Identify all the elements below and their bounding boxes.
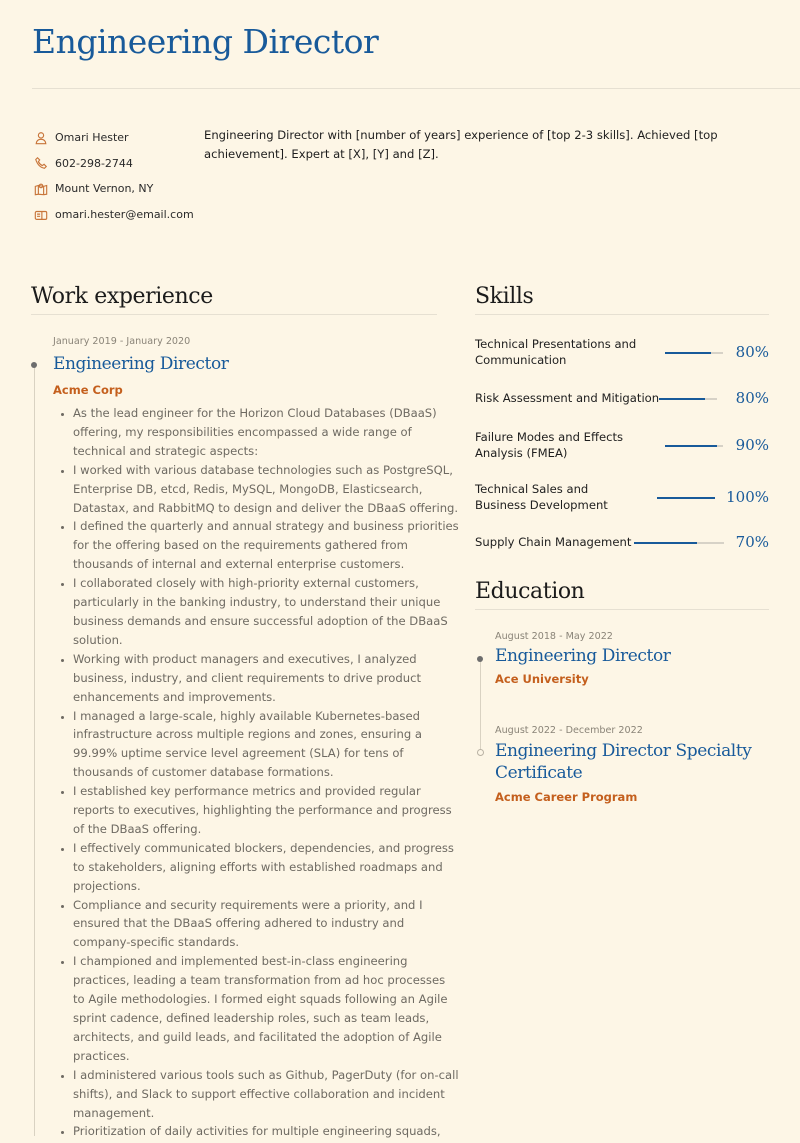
job-bullet-list: As the lead engineer for the Horizon Clo… [53,404,459,1141]
job-bullet: I collaborated closely with high-priorit… [73,574,459,650]
contact-email: omari.hester@email.com [33,202,194,228]
job-company: Acme Corp [53,383,123,397]
skill-percent: 90% [735,436,769,454]
skill-level-bar [665,352,723,354]
skill-percent: 70% [735,533,769,551]
education-school: Acme Career Program [495,790,638,804]
skill-level-fill [657,497,715,499]
skill-level-fill [665,352,712,354]
job-bullet: Working with product managers and execut… [73,650,459,707]
contact-location: Mount Vernon, NY [33,176,194,202]
skill-level-fill [665,445,718,447]
job-bullet: Compliance and security requirements wer… [73,896,459,953]
education-item: August 2018 - May 2022 Engineering Direc… [495,631,769,686]
page-title: Engineering Director [32,22,379,61]
education-school: Ace University [495,672,589,686]
skill-level-bar [634,542,724,544]
work-experience-divider [31,314,437,315]
map-icon [33,181,49,197]
education-timeline-line [480,661,481,753]
job-bullet: I managed a large-scale, highly availabl… [73,707,459,783]
contact-name: Omari Hester [33,125,194,151]
skill-item: Technical Presentations and Communicatio… [475,336,769,368]
job-bullet: I administered various tools such as Git… [73,1066,459,1123]
contact-email-text[interactable]: omari.hester@email.com [55,208,194,221]
education-date: August 2022 - December 2022 [495,725,643,736]
education-item: August 2022 - December 2022 Engineering … [495,725,769,804]
skill-item: Risk Assessment and Mitigation 80% [475,389,769,407]
skill-percent: 80% [735,389,769,407]
job-bullet: I effectively communicated blockers, dep… [73,839,459,896]
work-timeline-line [34,366,35,1136]
skill-percent: 80% [735,343,769,361]
skills-section: Skills Technical Presentations and Commu… [475,284,769,551]
skill-item: Failure Modes and Effects Analysis (FMEA… [475,429,769,461]
education-degree: Engineering Director [495,646,671,666]
skill-level-bar [659,398,717,400]
profile-summary: Engineering Director with [number of yea… [204,128,718,161]
contact-phone: 602-298-2744 [33,151,194,177]
skill-name: Failure Modes and Effects Analysis (FMEA… [475,430,624,460]
skills-divider [475,314,769,315]
contact-location-text: Mount Vernon, NY [55,182,154,196]
job-bullet: Prioritization of daily activities for m… [73,1122,459,1141]
work-experience-section: Work experience January 2019 - January 2… [31,284,459,1138]
education-degree: Engineering Director Specialty Certifica… [495,741,752,783]
job-title: Engineering Director [53,354,229,374]
skill-item: Technical Sales and Business Development… [475,481,769,513]
person-icon [33,130,49,146]
phone-icon [33,155,49,171]
work-experience-heading: Work experience [31,284,213,309]
education-timeline-dot [477,656,483,662]
job-bullet: I worked with various database technolog… [73,461,459,518]
education-timeline-dot-hollow [477,749,484,756]
skills-heading: Skills [475,284,534,309]
contact-name-text: Omari Hester [55,131,129,145]
contact-list: Omari Hester 602-298-2744 Mount Vernon, … [33,125,194,227]
skill-name: Risk Assessment and Mitigation [475,391,660,405]
job-date: January 2019 - January 2020 [53,336,191,347]
work-timeline-dot [31,362,37,368]
skill-level-bar [665,445,723,447]
education-date: August 2018 - May 2022 [495,631,613,642]
education-heading: Education [475,579,585,604]
mail-icon [33,207,49,223]
education-section: Education August 2018 - May 2022 Enginee… [475,579,769,804]
skill-name: Technical Sales and Business Development [475,482,608,512]
education-divider [475,609,769,610]
job-bullet: I established key performance metrics an… [73,782,459,839]
job-bullet: I championed and implemented best-in-cla… [73,952,459,1065]
skill-percent: 100% [726,488,769,506]
job-bullet: I defined the quarterly and annual strat… [73,517,459,574]
job-bullet: As the lead engineer for the Horizon Clo… [73,404,459,461]
header-divider [32,88,800,89]
skill-level-fill [634,542,697,544]
contact-phone-text[interactable]: 602-298-2744 [55,157,133,170]
skill-item: Supply Chain Management 70% [475,533,769,551]
skill-name: Technical Presentations and Communicatio… [475,337,637,367]
skill-level-bar [657,497,715,499]
skill-level-fill [659,398,706,400]
